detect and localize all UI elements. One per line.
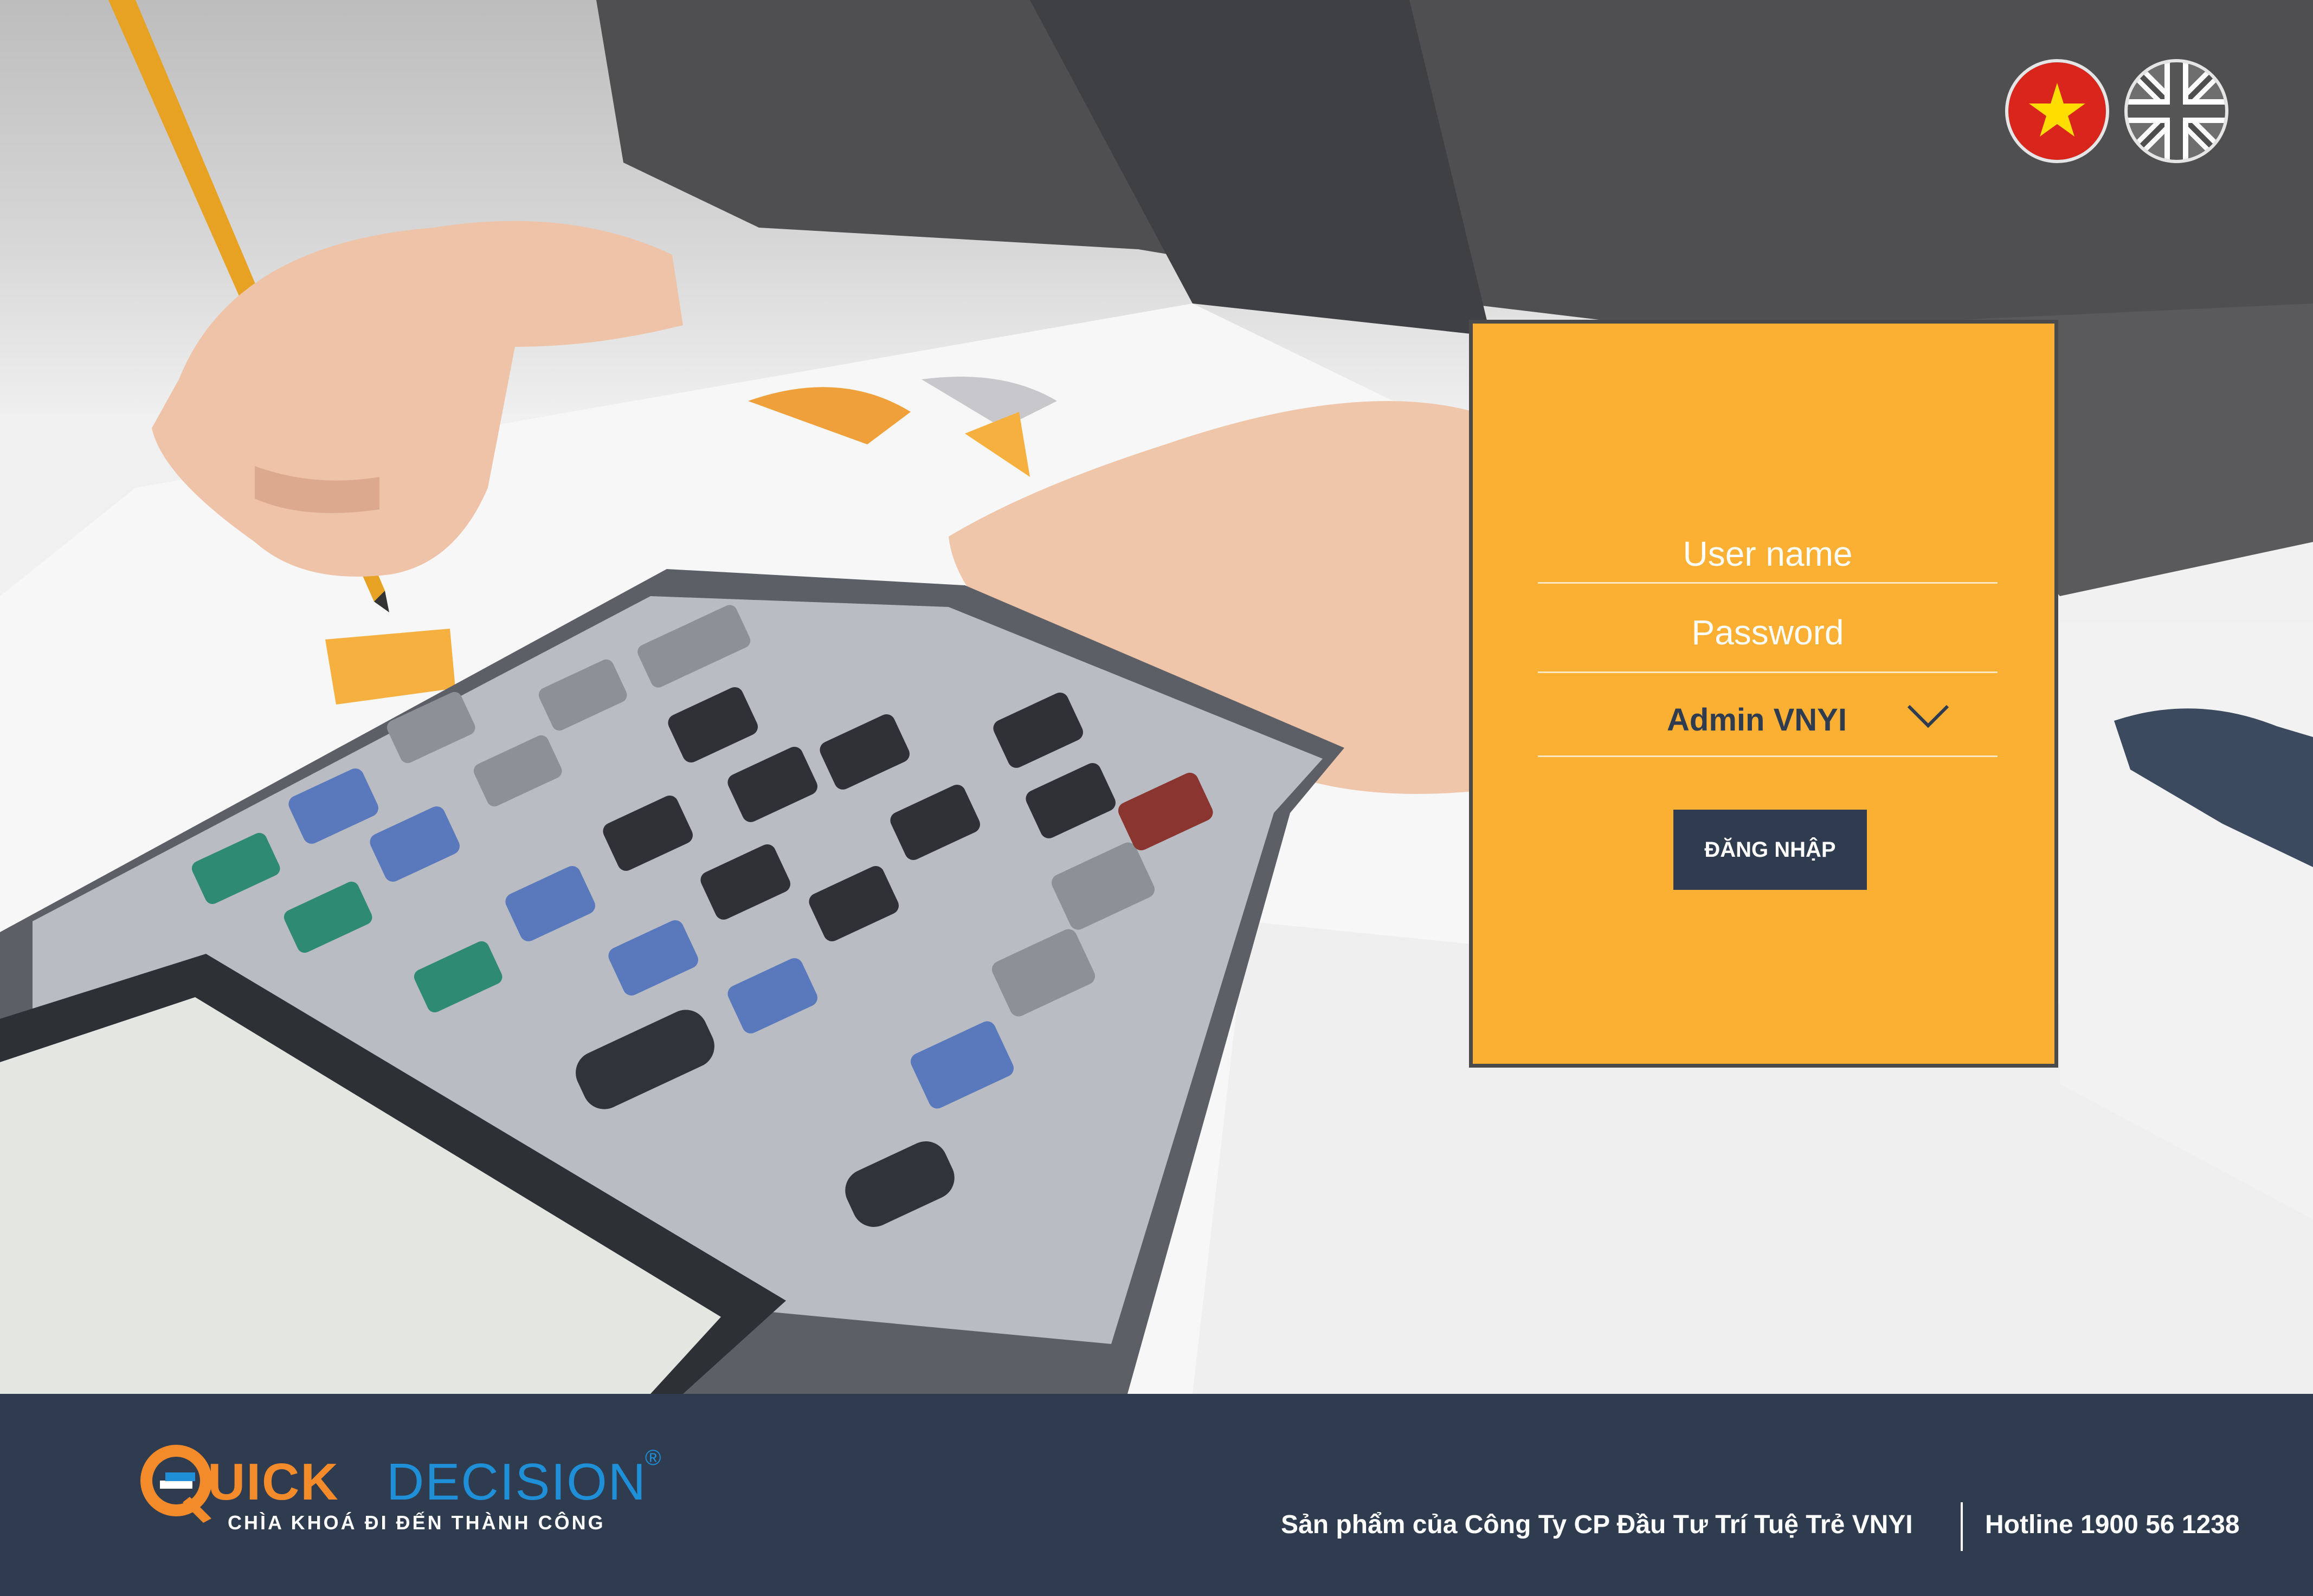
hotline-text: Hotline 1900 56 1238 xyxy=(1985,1510,2240,1539)
account-select[interactable]: Admin VNYI xyxy=(1538,676,1998,757)
password-input[interactable] xyxy=(1538,597,1998,668)
vietnamese-language-button[interactable] xyxy=(2008,62,2106,160)
username-field xyxy=(1538,529,1998,584)
footer-divider xyxy=(1961,1502,1963,1551)
footer: UICK DECISION ® CHÌA KHOÁ ĐI ĐẾN THÀNH C… xyxy=(0,1394,2313,1596)
company-info-text: Sản phẩm của Công Ty CP Đầu Tư Trí Tuệ T… xyxy=(1281,1510,1913,1539)
registered-mark: ® xyxy=(645,1446,661,1470)
uk-flag-icon xyxy=(2128,62,2225,160)
logo-word-decision: DECISION xyxy=(386,1453,647,1511)
logo-tagline: CHÌA KHOÁ ĐI ĐẾN THÀNH CÔNG xyxy=(228,1511,605,1534)
login-button[interactable]: ĐĂNG NHẬP xyxy=(1673,810,1867,890)
vietnam-flag-icon xyxy=(2008,62,2106,160)
chevron-down-icon xyxy=(1907,705,1949,728)
logo-word-quick: UICK xyxy=(208,1453,339,1511)
login-panel: Admin VNYI ĐĂNG NHẬP xyxy=(1469,320,2058,1068)
password-field xyxy=(1538,597,1998,673)
quick-decision-logo: UICK DECISION ® CHÌA KHOÁ ĐI ĐẾN THÀNH C… xyxy=(138,1443,680,1551)
username-input[interactable] xyxy=(1538,529,1998,578)
english-language-button[interactable] xyxy=(2128,62,2225,160)
